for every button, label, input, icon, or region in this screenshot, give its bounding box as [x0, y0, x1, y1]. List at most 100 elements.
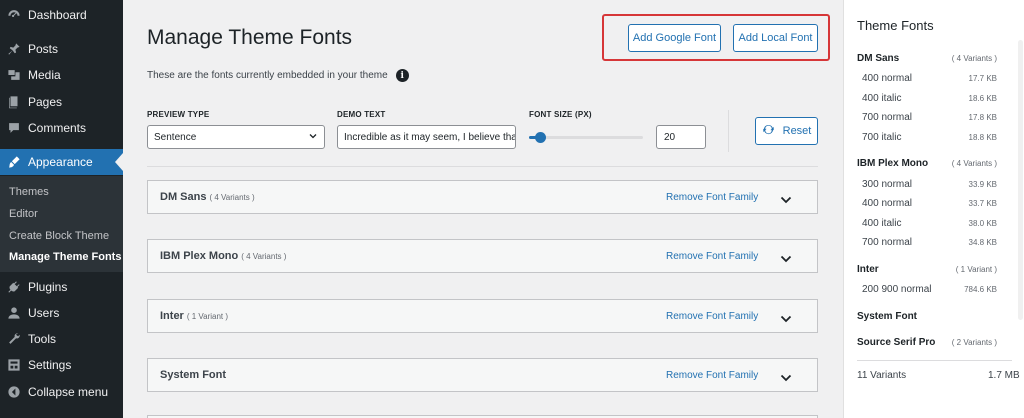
font-family-panel[interactable]: System Font Remove Font Family [147, 358, 818, 392]
font-family-name: System Font [160, 369, 229, 381]
user-icon [7, 306, 21, 320]
font-family-name: Inter( 1 Variant ) [160, 310, 228, 322]
family-name-text: System Font [160, 369, 227, 381]
family-name-text: Inter [857, 264, 879, 275]
variant-name: 400 normal [862, 73, 913, 84]
submenu-create-block-theme[interactable]: Create Block Theme [9, 230, 109, 242]
font-family-panel[interactable]: Inter( 1 Variant ) Remove Font Family [147, 299, 818, 333]
submenu-manage-theme-fonts[interactable]: Manage Theme Fonts [9, 251, 121, 263]
intro-label: These are the fonts currently embedded i… [147, 70, 388, 81]
reset-label: Reset [782, 125, 812, 137]
variant-name: 200 900 normal [862, 284, 932, 295]
slider-handle[interactable] [535, 132, 547, 143]
menu-label: Dashboard [28, 8, 87, 22]
sidebar-variant: 300 normal 33.9 KB [862, 179, 997, 190]
sidebar-variant: 700 normal 17.8 KB [862, 112, 997, 123]
sidebar-variant: 400 normal 33.7 KB [862, 198, 997, 209]
divider [147, 166, 818, 167]
family-name-text: Source Serif Pro [857, 337, 936, 348]
menu-label: Appearance [28, 155, 93, 169]
menu-item-plugins[interactable]: Plugins [0, 275, 123, 299]
chevron-down-icon[interactable] [780, 192, 792, 210]
menu-item-comments[interactable]: Comments [0, 116, 123, 140]
settings-icon [7, 358, 21, 372]
menu-label: Settings [28, 358, 72, 372]
sidebar-family: DM Sans ( 4 Variants ) [857, 53, 997, 64]
family-name-text: DM Sans [160, 191, 207, 203]
family-name-text: DM Sans [857, 53, 900, 64]
variant-name: 400 normal [862, 198, 913, 209]
dashboard-icon [7, 8, 21, 22]
menu-label: Users [28, 306, 60, 320]
menu-item-pages[interactable]: Pages [0, 90, 123, 114]
menu-item-posts[interactable]: Posts [0, 37, 123, 61]
preview-type-label: PREVIEW TYPE [147, 110, 210, 119]
sidebar-family: System Font [857, 311, 997, 322]
info-icon[interactable]: i [395, 69, 409, 82]
menu-item-tools[interactable]: Tools [0, 327, 123, 351]
variant-size: 33.7 KB [968, 199, 997, 208]
submenu-themes[interactable]: Themes [9, 186, 49, 198]
total-variants: 11 Variants [857, 370, 907, 381]
main-content: Manage Theme Fonts Add Google Font Add L… [123, 0, 843, 418]
comment-icon [7, 121, 21, 135]
sidebar-family: IBM Plex Mono ( 4 Variants ) [857, 158, 997, 169]
sidebar-variant: 400 italic 38.0 KB [862, 218, 997, 229]
sidebar-variant: 200 900 normal 784.6 KB [862, 284, 997, 295]
variant-name: 400 italic [862, 218, 902, 229]
font-family-panel[interactable]: IBM Plex Mono( 4 Variants ) Remove Font … [147, 239, 818, 273]
divider [728, 110, 729, 152]
demo-text-input[interactable]: Incredible as it may seem, I believe tha [337, 125, 516, 149]
menu-label: Posts [28, 42, 59, 56]
reset-button[interactable]: Reset [755, 117, 818, 145]
collapse-menu-button[interactable]: Collapse menu [0, 380, 123, 404]
menu-item-appearance[interactable]: Appearance [0, 149, 123, 175]
variant-name: 700 normal [862, 237, 913, 248]
variant-count: ( 4 Variants ) [241, 252, 287, 261]
chevron-down-icon[interactable] [780, 311, 792, 329]
menu-label: Collapse menu [28, 385, 109, 399]
font-size-slider[interactable] [529, 132, 643, 143]
variant-name: 300 normal [862, 179, 913, 190]
sidebar-family: Inter ( 1 Variant ) [857, 264, 997, 275]
active-indicator [115, 153, 123, 171]
variant-size: 34.8 KB [968, 238, 997, 247]
remove-font-family-link[interactable]: Remove Font Family [666, 251, 758, 262]
submenu-editor[interactable]: Editor [9, 208, 38, 220]
variant-count: ( 2 Variants ) [951, 338, 997, 347]
variant-size: 18.8 KB [968, 133, 997, 142]
remove-font-family-link[interactable]: Remove Font Family [666, 192, 758, 203]
variant-count: ( 1 Variant ) [186, 312, 229, 321]
sidebar-variant: 700 normal 34.8 KB [862, 237, 997, 248]
chevron-down-icon[interactable] [780, 251, 792, 269]
family-name-text: Inter [160, 310, 184, 322]
font-family-name: IBM Plex Mono( 4 Variants ) [160, 250, 286, 262]
menu-item-media[interactable]: Media [0, 63, 123, 87]
collapse-icon [7, 385, 21, 399]
menu-item-dashboard[interactable]: Dashboard [0, 3, 123, 27]
reset-icon [762, 123, 775, 139]
total-size: 1.7 MB [988, 370, 1020, 381]
preview-type-select[interactable]: Sentence [147, 125, 325, 149]
variant-size: 17.8 KB [968, 113, 997, 122]
media-icon [7, 68, 21, 82]
remove-font-family-link[interactable]: Remove Font Family [666, 311, 758, 322]
sidebar-title: Theme Fonts [857, 18, 934, 33]
chevron-down-icon [308, 131, 318, 144]
add-local-font-button[interactable]: Add Local Font [733, 24, 818, 52]
family-name-text: IBM Plex Mono [857, 158, 929, 169]
font-family-name: DM Sans( 4 Variants ) [160, 191, 255, 203]
font-size-input[interactable]: 20 [656, 125, 706, 149]
menu-item-settings[interactable]: Settings [0, 353, 123, 377]
remove-font-family-link[interactable]: Remove Font Family [666, 370, 758, 381]
menu-label: Plugins [28, 280, 68, 294]
menu-item-users[interactable]: Users [0, 301, 123, 325]
sidebar-scrollbar[interactable] [1018, 40, 1023, 320]
font-family-panel[interactable]: DM Sans( 4 Variants ) Remove Font Family [147, 180, 818, 214]
variant-count: ( 4 Variants ) [209, 193, 255, 202]
plug-icon [7, 280, 21, 294]
add-google-font-button[interactable]: Add Google Font [628, 24, 721, 52]
brush-icon [7, 155, 21, 169]
chevron-down-icon[interactable] [780, 370, 792, 388]
wp-admin-screen: Dashboard Posts Media Pages Comments App… [0, 0, 1024, 418]
